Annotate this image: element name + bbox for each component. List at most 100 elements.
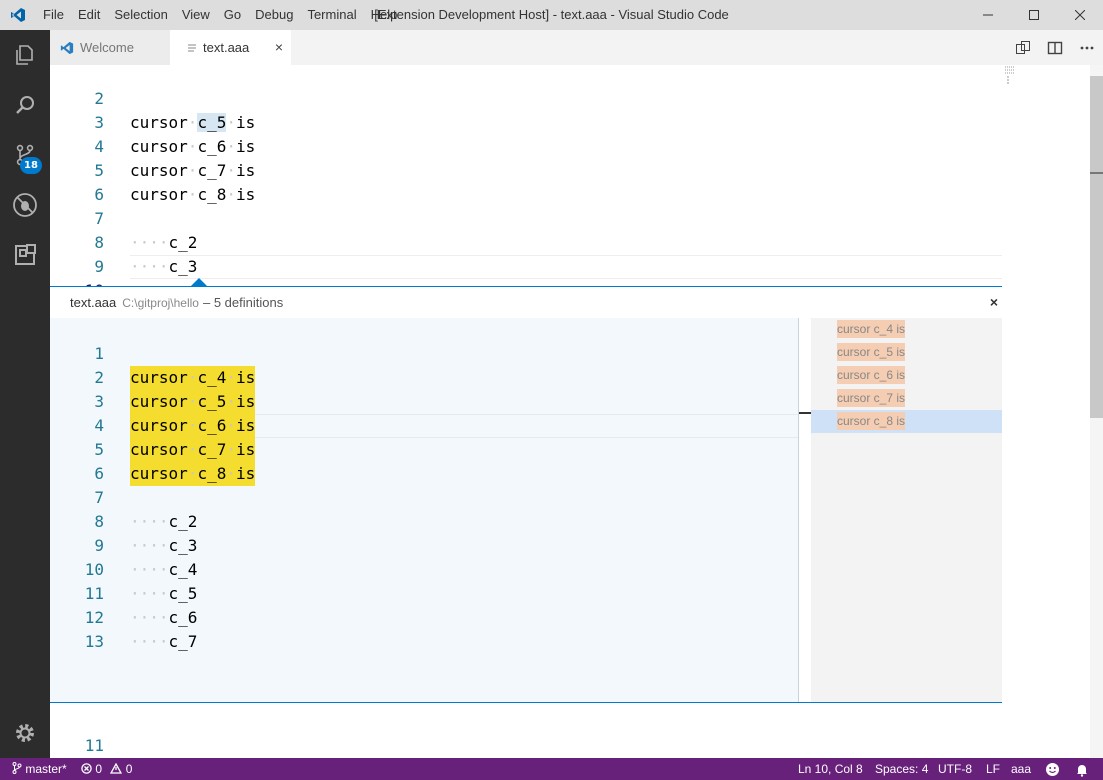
peek-code-line: 13 xyxy=(50,606,798,651)
peek-definitions-widget: text.aaa C:\gitproj\hello – 5 definition… xyxy=(50,286,1002,703)
code-line: 7 ····c_2 xyxy=(50,183,1002,252)
peek-code-line: 12 ····c_7 xyxy=(50,582,798,651)
peek-divider[interactable] xyxy=(798,318,799,703)
maximize-button[interactable] xyxy=(1011,0,1057,30)
search-button[interactable] xyxy=(0,80,50,130)
vscode-logo-icon xyxy=(60,41,74,54)
code-line: 6 xyxy=(50,159,1002,204)
window-controls xyxy=(965,0,1103,30)
peek-code-line: 8 ····c_3 xyxy=(50,486,798,555)
minimap-lines-icon xyxy=(1005,66,1015,84)
more-icon xyxy=(1080,46,1094,49)
peek-code-line: 2 cursor·c_5·is xyxy=(50,342,798,414)
peek-file-name[interactable]: text.aaa xyxy=(70,295,116,310)
error-count: 0 xyxy=(95,762,103,776)
peek-file-path: C:\gitproj\hello xyxy=(122,295,199,310)
reference-item[interactable]: cursor c_4 is xyxy=(811,318,1002,341)
split-editor-icon xyxy=(1047,41,1063,54)
line-text: ····c_7 xyxy=(130,632,198,651)
code-line: 2 cursor·c_5·is xyxy=(50,65,1002,132)
minimize-icon xyxy=(983,14,993,16)
error-icon xyxy=(81,763,92,774)
language-mode[interactable]: aaa xyxy=(1011,758,1031,780)
scm-badge: 18 xyxy=(20,157,42,174)
menu-go[interactable]: Go xyxy=(217,0,248,30)
minimize-button[interactable] xyxy=(965,0,1011,30)
reference-item[interactable]: cursor c_7 is xyxy=(811,387,1002,410)
split-editor-button[interactable] xyxy=(1039,30,1071,65)
peek-code-line: 5 cursor·c_8·is xyxy=(50,414,798,486)
menu-file[interactable]: File xyxy=(36,0,71,30)
branch-name: master* xyxy=(25,762,67,776)
menu-bar: File Edit Selection View Go Debug Termin… xyxy=(36,0,404,30)
manage-button[interactable] xyxy=(0,708,50,758)
menu-view[interactable]: View xyxy=(175,0,217,30)
smiley-icon xyxy=(1046,763,1059,776)
more-actions-button[interactable] xyxy=(1071,30,1103,65)
tab-text-aaa[interactable]: text.aaa × xyxy=(170,30,291,65)
extensions-icon xyxy=(15,244,36,265)
peek-bottom-border xyxy=(50,702,1002,703)
peek-code-line: 3 cursor·c_6·is xyxy=(50,366,798,438)
code-line: 4 cursor·c_7·is xyxy=(50,111,1002,180)
git-branch-icon xyxy=(12,762,22,774)
debug-button[interactable] xyxy=(0,180,50,230)
close-peek-icon[interactable]: × xyxy=(990,294,998,310)
close-tab-icon[interactable]: × xyxy=(275,39,283,55)
source-control-button[interactable]: 18 xyxy=(0,130,50,180)
peek-editor[interactable]: 1 cursor·c_4·is 2 cursor·c_5·is 3 cursor… xyxy=(50,318,798,703)
code-line: 5 cursor·c_8·is xyxy=(50,135,1002,204)
tab-welcome[interactable]: Welcome xyxy=(50,30,170,65)
explorer-icon xyxy=(16,45,33,65)
bell-icon xyxy=(1077,765,1087,777)
maximize-icon xyxy=(1029,10,1039,20)
peek-summary: – 5 definitions xyxy=(202,295,284,310)
explorer-button[interactable] xyxy=(0,30,50,80)
extensions-button[interactable] xyxy=(0,230,50,280)
menu-selection[interactable]: Selection xyxy=(107,0,174,30)
peek-references-list: cursor c_4 is cursor c_5 is cursor c_6 i… xyxy=(811,318,1002,703)
menu-debug[interactable]: Debug xyxy=(248,0,300,30)
branch-status[interactable]: master* xyxy=(12,758,67,780)
line-number: 13 xyxy=(84,632,104,651)
reference-item[interactable]: cursor c_6 is xyxy=(811,364,1002,387)
close-window-button[interactable] xyxy=(1057,0,1103,30)
search-icon xyxy=(16,96,34,114)
editor-actions xyxy=(1007,30,1103,65)
reference-item[interactable]: cursor c_5 is xyxy=(811,341,1002,364)
indentation[interactable]: Spaces: 4 xyxy=(875,758,928,780)
menu-help[interactable]: Help xyxy=(364,0,405,30)
warning-count: 0 xyxy=(125,762,133,776)
activity-bar: 18 xyxy=(0,30,50,758)
peek-header: text.aaa C:\gitproj\hello – 5 definition… xyxy=(50,286,1002,318)
peek-code-line: 10 ····c_5 xyxy=(50,534,798,603)
open-changes-icon xyxy=(1016,40,1030,54)
peek-code-line: 1 cursor·c_4·is xyxy=(50,318,798,390)
scrollbar-cursor-marker xyxy=(1090,172,1103,174)
close-icon xyxy=(1075,10,1085,20)
peek-sash xyxy=(799,412,811,414)
peek-code-line: 6 xyxy=(50,438,798,483)
encoding[interactable]: UTF-8 xyxy=(938,758,972,780)
reference-item-selected[interactable]: cursor c_8 is xyxy=(811,410,1002,433)
peek-code-line: 4 cursor·c_7·is xyxy=(50,390,798,462)
editor[interactable]: 2 cursor·c_5·is 3 cursor·c_6·is 4 cursor… xyxy=(50,65,1090,758)
code-line: 8 ····c_3 xyxy=(50,207,1002,276)
notifications-button[interactable] xyxy=(1075,762,1089,780)
code-line: 11 ····c_6 xyxy=(50,710,1002,755)
code-line: 12 ····c_7 xyxy=(50,734,1002,758)
title-bar: File Edit Selection View Go Debug Termin… xyxy=(0,0,1103,30)
menu-edit[interactable]: Edit xyxy=(71,0,107,30)
code-line: 9 ····c_4 xyxy=(50,231,1002,300)
menu-terminal[interactable]: Terminal xyxy=(300,0,363,30)
minimap[interactable] xyxy=(1005,65,1015,87)
tab-label: Welcome xyxy=(80,40,134,55)
open-changes-button[interactable] xyxy=(1007,30,1039,65)
problems-status[interactable]: 0 0 xyxy=(81,758,132,780)
feedback-button[interactable] xyxy=(1045,762,1060,780)
end-of-line[interactable]: LF xyxy=(986,758,1000,780)
peek-code-line: 9 ····c_4 xyxy=(50,510,798,579)
debug-icon xyxy=(13,193,37,217)
scrollbar-thumb[interactable] xyxy=(1090,76,1103,418)
cursor-position[interactable]: Ln 10, Col 8 xyxy=(798,758,863,780)
